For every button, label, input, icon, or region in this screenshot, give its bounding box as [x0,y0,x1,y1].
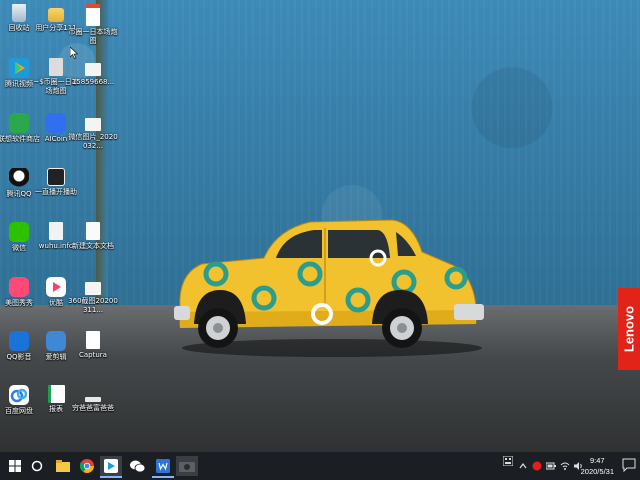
taskbar-word[interactable] [152,456,174,478]
start-button[interactable] [4,456,26,476]
desktop-icon-bitcoin-chart[interactable]: 币圈一日本场炮图 [67,4,119,46]
clock-time: 9:47 [590,456,605,465]
image-file-icon [85,282,101,295]
recycle-bin-icon [12,4,26,22]
desktop-icon-rich-dad[interactable]: 穷爸爸富爸爸 [67,385,119,413]
wifi-icon[interactable] [560,461,570,471]
system-tray [503,452,584,480]
captura-icon [86,331,100,349]
taskbar-clock[interactable]: 9:47 2020/5/31 [581,455,614,477]
wechat-icon [9,222,29,242]
qq-player-icon [9,331,29,351]
image-file-icon [85,118,101,131]
taskbar-tencent-video[interactable] [100,456,122,478]
meitu-icon [9,277,29,297]
pdf-doc-icon [86,4,100,26]
taskbar-wechat[interactable] [126,456,148,476]
notification-center-icon[interactable] [622,458,636,472]
cortana-button[interactable] [26,456,48,476]
doc-icon [85,397,101,402]
wallpaper-car [174,219,484,357]
desktop-icon-captura[interactable]: Captura [67,331,119,360]
qq-icon [9,168,29,188]
chevron-up-icon[interactable] [519,462,527,470]
keyboard-tray-icon[interactable] [503,456,513,466]
clock-date: 2020/5/31 [580,467,614,476]
youku-icon [46,277,66,297]
lenovo-store-icon [9,113,29,133]
word-icon [156,459,170,473]
yizhibo-icon [47,168,65,186]
mouse-cursor-icon [70,47,78,59]
chrome-icon [80,459,94,473]
desktop-icon-yizhibo[interactable]: 一直播开播助 [30,168,82,197]
windows-start-icon [9,460,21,472]
lenovo-logo: Lenovo [618,288,640,370]
camera-icon [179,462,195,472]
file-icon [49,222,63,240]
doc-icon [49,58,63,76]
tencent-video-taskbar-icon [104,459,118,473]
desktop-icon-image-15859668[interactable]: 15859668... [67,58,119,87]
wallpaper-shadow [96,0,108,308]
taskbar-file-explorer[interactable] [52,456,74,476]
desktop-icon-new-text-doc[interactable]: 新建文本文档 [67,222,119,251]
wechat-taskbar-icon [129,460,145,472]
text-file-icon [86,222,100,240]
desktop: Lenovo 回收站 腾讯视频 联想软件商店 腾讯QQ 微信 美图秀秀 QQ影音… [0,0,640,452]
taskbar: 9:47 2020/5/31 [0,452,640,480]
spreadsheet-icon [47,385,65,403]
cortana-icon [31,460,43,472]
taskbar-chrome[interactable] [76,456,98,476]
desktop-icon-360-screenshot[interactable]: 360截图20200311... [67,277,119,315]
folder-icon [48,8,64,22]
tencent-video-icon [9,58,29,78]
battery-icon[interactable] [546,461,556,471]
baidu-netdisk-icon [9,385,29,405]
lenovo-logo-text: Lenovo [621,305,637,353]
taskbar-camera[interactable] [176,456,198,476]
aicoin-icon [46,113,66,133]
file-explorer-icon [56,460,70,472]
aijianji-icon [46,331,66,351]
desktop-icon-wechat-image[interactable]: 微信图片_2020032... [67,113,119,151]
antivirus-tray-icon[interactable] [532,461,542,471]
image-file-icon [85,63,101,76]
